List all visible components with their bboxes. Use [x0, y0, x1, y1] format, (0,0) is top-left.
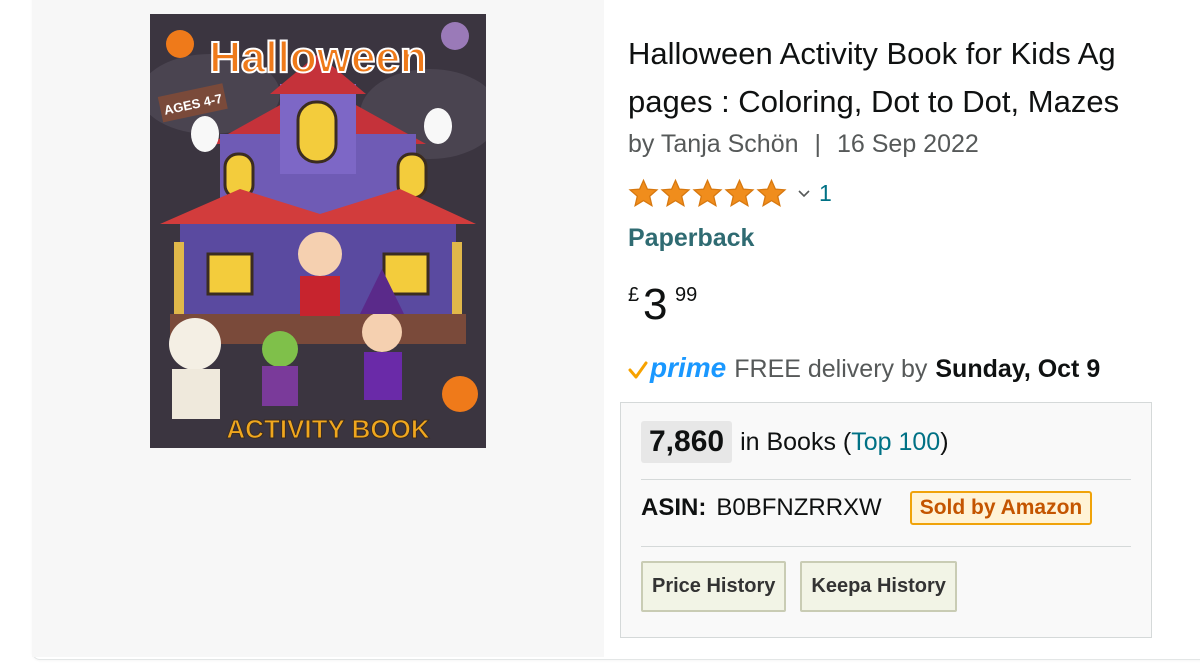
byline: by Tanja Schön | 16 Sep 2022: [628, 130, 979, 159]
keepa-info-box: 7,860 in Books (Top 100) ASIN: B0BFNZRRX…: [620, 402, 1152, 638]
product-title[interactable]: Halloween Activity Book for Kids Ag page…: [628, 30, 1200, 126]
divider: [641, 546, 1131, 547]
product-title-line-1[interactable]: Halloween Activity Book for Kids Ag: [628, 30, 1200, 78]
delivery-day: Sunday, Oct 9: [935, 355, 1101, 383]
price-history-button[interactable]: Price History: [641, 561, 787, 612]
asin-label: ASIN:: [641, 494, 707, 521]
chevron-down-icon[interactable]: [797, 186, 811, 200]
rating-count[interactable]: 1: [819, 180, 832, 207]
star-icon: [692, 178, 723, 207]
author-link[interactable]: by Tanja Schön: [628, 130, 799, 158]
prime-check-icon: [628, 361, 648, 379]
keepa-history-button[interactable]: Keepa History: [800, 561, 957, 612]
price-currency: £: [628, 284, 640, 306]
byline-separator: |: [814, 130, 822, 158]
price-whole: 3: [643, 280, 668, 329]
cover-subtitle: ACTIVITY BOOK: [226, 414, 429, 444]
star-icon: [628, 178, 659, 207]
cover-title: Halloween: [209, 33, 427, 82]
rank-category: in Books (Top 100): [740, 427, 949, 456]
star-rating[interactable]: [628, 178, 787, 209]
rating[interactable]: 1: [628, 176, 832, 210]
book-cover-image[interactable]: Halloween AGES 4-7 ACTIVITY BOOK: [150, 14, 486, 448]
rank-number: 7,860: [641, 421, 733, 463]
delivery-info: prime FREE delivery by Sunday, Oct 9: [628, 352, 1100, 384]
publication-date: 16 Sep 2022: [837, 130, 979, 158]
top-100-link[interactable]: Top 100: [851, 428, 940, 456]
sold-by-amazon-badge: Sold by Amazon: [909, 491, 1093, 525]
asin-value: B0BFNZRRXW: [716, 494, 882, 521]
history-buttons: Price History Keepa History: [641, 561, 957, 612]
star-icon: [660, 178, 691, 207]
format-link[interactable]: Paperback: [628, 224, 754, 253]
prime-logo: prime: [650, 352, 727, 383]
star-icon: [756, 178, 787, 207]
product-title-line-2[interactable]: pages : Coloring, Dot to Dot, Mazes: [628, 78, 1200, 126]
divider: [641, 479, 1131, 480]
sales-rank: 7,860 in Books (Top 100): [641, 421, 949, 463]
price-fraction: 99: [675, 284, 698, 306]
cover-illustration: Halloween AGES 4-7 ACTIVITY BOOK: [150, 14, 486, 448]
delivery-text: FREE delivery by: [734, 355, 928, 383]
star-icon: [724, 178, 755, 207]
asin-row: ASIN: B0BFNZRRXW Sold by Amazon: [641, 491, 1093, 525]
